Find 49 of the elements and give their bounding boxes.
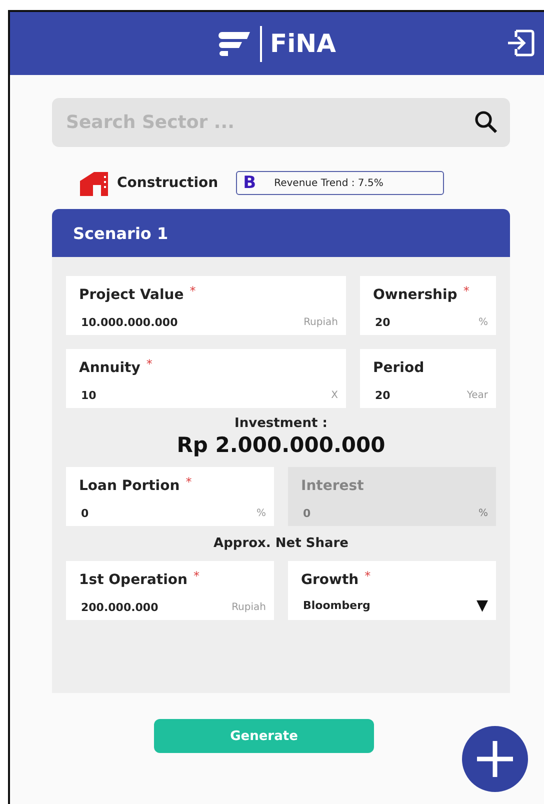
field-value: 0: [81, 507, 89, 520]
logo-icon: [218, 30, 252, 58]
dropdown-field[interactable]: Growth * Bloomberg ▼: [288, 561, 496, 620]
unit-label: Year: [466, 390, 488, 401]
add-button[interactable]: [462, 726, 528, 792]
field-label: 1st Operation: [79, 572, 188, 588]
required-mark: *: [186, 475, 192, 489]
field-value: Bloomberg: [303, 598, 370, 612]
app-title: FiNA: [270, 29, 336, 58]
field-label: Period: [373, 360, 424, 376]
sector-name: Construction: [117, 175, 218, 191]
required-mark: *: [190, 284, 196, 298]
unit-label: Rupiah: [304, 317, 338, 328]
input-field[interactable]: Loan Portion * 0 %: [66, 467, 274, 526]
field-value: 0: [303, 507, 311, 520]
unit-label: Rupiah: [232, 602, 266, 613]
scenario-header: Scenario 1: [52, 209, 510, 257]
field-value: 10: [81, 389, 96, 402]
input-field[interactable]: Ownership * 20 %: [360, 276, 496, 335]
search-icon[interactable]: [474, 110, 498, 134]
input-field[interactable]: Period 20 Year: [360, 349, 496, 408]
unit-label: %: [256, 508, 266, 519]
summary-label: Investment :: [234, 416, 328, 431]
caret-icon[interactable]: ▼: [476, 596, 488, 614]
rating-letter: B: [243, 173, 256, 193]
field-value: 200.000.000: [81, 601, 158, 614]
section-heading: Approx. Net Share: [212, 536, 350, 551]
input-field[interactable]: Project Value * 10.000.000.000 Rupiah: [66, 276, 346, 335]
field-label: Annuity: [79, 360, 140, 376]
required-mark: *: [146, 357, 152, 371]
required-mark: *: [463, 284, 470, 298]
field-label: Loan Portion: [79, 478, 180, 494]
field-label: Growth: [301, 572, 359, 588]
field-value: 10.000.000.000: [81, 316, 178, 329]
field-value: 20: [375, 389, 390, 402]
input-field[interactable]: Annuity * 10 X: [66, 349, 346, 408]
field-value: 20: [375, 316, 390, 329]
field-label: Interest: [301, 478, 364, 494]
building-icon: [80, 170, 108, 196]
investment-amount: Rp 2.000.000.000: [176, 433, 386, 457]
field-label: Ownership: [373, 287, 458, 303]
input-field[interactable]: 1st Operation * 200.000.000 Rupiah: [66, 561, 274, 620]
unit-label: %: [478, 508, 488, 519]
required-mark: *: [364, 569, 371, 583]
unit-label: %: [478, 317, 488, 328]
required-mark: *: [194, 569, 200, 583]
unit-label: X: [331, 390, 338, 401]
field-label: Project Value: [79, 287, 184, 303]
trend-text: Revenue Trend : 7.5%: [274, 178, 384, 188]
